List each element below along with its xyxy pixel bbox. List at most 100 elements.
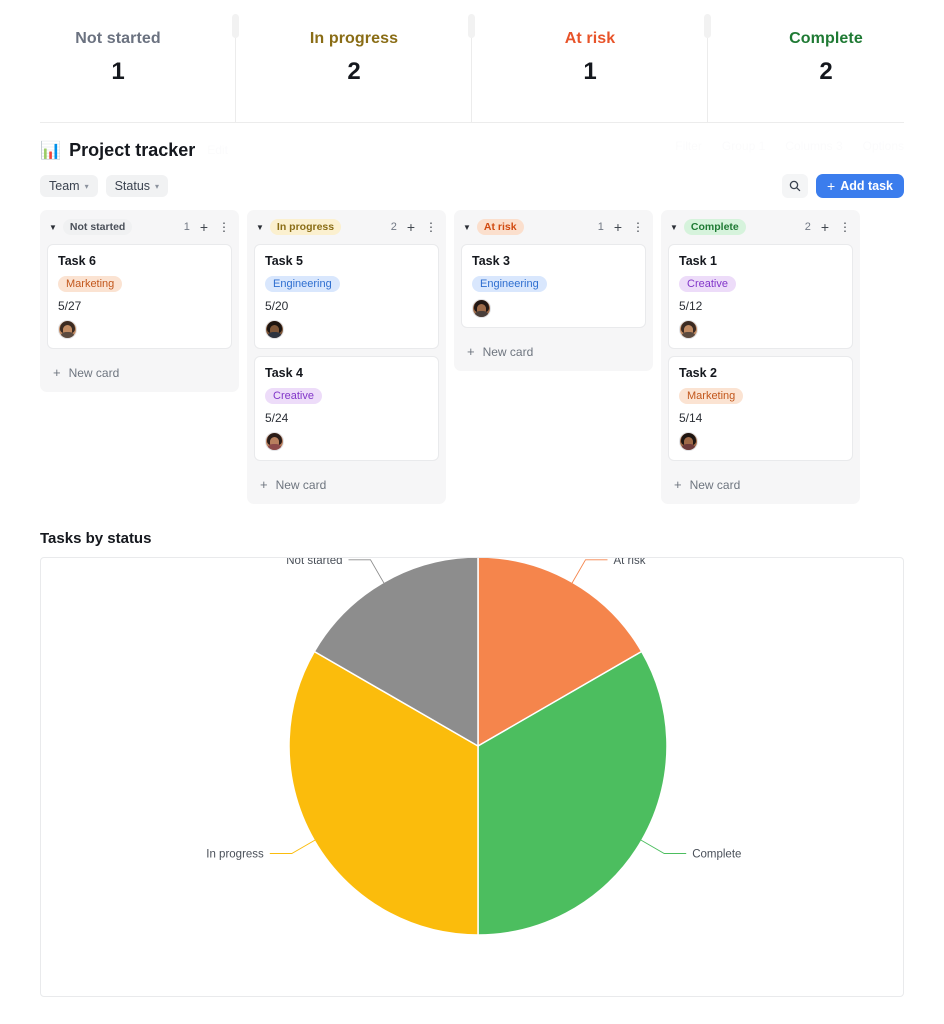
chevron-down-icon: ▾	[84, 181, 89, 191]
plus-icon: +	[53, 365, 61, 380]
options-link[interactable]: Options	[863, 139, 904, 153]
metric-label: Complete	[789, 30, 863, 47]
pie-leader-line	[570, 559, 608, 587]
metric-value: 1	[111, 58, 125, 85]
column-count: 2	[390, 221, 397, 233]
new-card-button[interactable]: + New card	[47, 356, 232, 392]
task-card[interactable]: Task 5 Engineering 5/20	[254, 244, 439, 349]
metric-not-started: Not started 1	[0, 14, 239, 122]
metric-label: Not started	[75, 30, 161, 47]
add-task-button[interactable]: + Add task	[816, 174, 904, 198]
filter-link[interactable]: Filter	[675, 139, 702, 153]
collapse-caret-icon[interactable]: ▼	[49, 223, 57, 232]
kanban-column-at-risk: ▼ At risk 1 + ⋮ Task 3 Engineering + New…	[454, 210, 653, 371]
team-filter-dropdown[interactable]: Team ▾	[40, 175, 98, 197]
page-title: Project tracker	[69, 139, 196, 160]
pie-label-not-started: Not started	[286, 558, 342, 567]
pie-leader-line	[269, 838, 319, 854]
metric-label: At risk	[564, 30, 616, 47]
chart-title: Tasks by status	[40, 530, 152, 547]
pie-label-complete: Complete	[692, 849, 741, 861]
card-tag: Creative	[679, 276, 736, 292]
avatar	[265, 320, 284, 339]
collapse-caret-icon[interactable]: ▼	[256, 223, 264, 232]
pie-chart-svg[interactable]: At risk Complete In progress Not started	[41, 555, 903, 996]
board-header: 📊 Project tracker Edit Filter Group 1 Co…	[40, 122, 904, 198]
card-date: 5/14	[679, 411, 703, 425]
avatar	[472, 299, 491, 318]
card-title: Task 1	[679, 254, 717, 268]
avatar	[58, 320, 77, 339]
card-title: Task 5	[265, 254, 303, 268]
metric-at-risk: At risk 1	[472, 14, 711, 122]
column-count: 1	[183, 221, 190, 233]
search-icon	[789, 180, 801, 192]
status-summary-bar: Not started 1 In progress 2 At risk 1 Co…	[0, 0, 944, 122]
status-badge: Complete	[683, 219, 746, 235]
column-menu-icon[interactable]: ⋮	[632, 221, 644, 233]
column-menu-icon[interactable]: ⋮	[218, 221, 230, 233]
card-tag: Engineering	[265, 276, 340, 292]
metric-complete: Complete 2	[708, 30, 944, 86]
status-badge: At risk	[476, 219, 524, 235]
new-card-button[interactable]: + New card	[254, 468, 439, 504]
new-card-label: New card	[275, 477, 327, 492]
new-card-button[interactable]: + New card	[668, 468, 853, 504]
metric-value: 2	[347, 58, 361, 85]
search-button[interactable]	[782, 174, 809, 198]
pie-label-in-progress: In progress	[206, 849, 264, 861]
avatar	[265, 432, 284, 451]
new-card-label: New card	[689, 477, 741, 492]
plus-icon: +	[827, 178, 836, 194]
column-menu-icon[interactable]: ⋮	[425, 221, 437, 233]
plus-icon: +	[260, 477, 268, 492]
card-tag: Engineering	[472, 276, 547, 292]
bar-chart-icon: 📊	[40, 140, 62, 160]
add-card-icon[interactable]: +	[614, 220, 622, 234]
avatar	[679, 432, 698, 451]
card-date: 5/27	[58, 299, 82, 313]
card-title: Task 3	[472, 254, 510, 268]
status-filter-label: Status	[114, 179, 151, 193]
metric-value: 1	[583, 58, 597, 85]
group-link[interactable]: Group 1	[722, 139, 765, 153]
card-date: 5/20	[265, 299, 289, 313]
columns-link[interactable]: Columns 3	[785, 139, 842, 153]
kanban-column-complete: ▼ Complete 2 + ⋮ Task 1 Creative 5/12 Ta…	[661, 210, 860, 504]
add-card-icon[interactable]: +	[407, 220, 415, 234]
new-card-label: New card	[482, 344, 534, 359]
add-card-icon[interactable]: +	[200, 220, 208, 234]
column-menu-icon[interactable]: ⋮	[839, 221, 851, 233]
column-header: ▼ In progress 2 + ⋮	[254, 217, 439, 237]
card-tag: Creative	[265, 388, 322, 404]
plus-icon: +	[467, 344, 475, 359]
task-card[interactable]: Task 1 Creative 5/12	[668, 244, 853, 349]
pie-leader-line	[348, 559, 386, 587]
new-card-button[interactable]: + New card	[461, 335, 646, 371]
status-badge: Not started	[62, 219, 133, 235]
task-card[interactable]: Task 4 Creative 5/24	[254, 356, 439, 461]
kanban-column-in-progress: ▼ In progress 2 + ⋮ Task 5 Engineering 5…	[247, 210, 446, 504]
pie-label-at-risk: At risk	[614, 558, 646, 567]
tasks-by-status-chart: At risk Complete In progress Not started	[40, 555, 904, 997]
task-card[interactable]: Task 3 Engineering	[461, 244, 646, 328]
metric-label: In progress	[309, 30, 399, 47]
column-header: ▼ Not started 1 + ⋮	[47, 217, 232, 237]
card-tag: Marketing	[58, 276, 123, 292]
add-card-icon[interactable]: +	[821, 220, 829, 234]
metric-in-progress: In progress 2	[236, 14, 475, 122]
collapse-caret-icon[interactable]: ▼	[463, 223, 471, 232]
column-header: ▼ At risk 1 + ⋮	[461, 217, 646, 237]
plus-icon: +	[674, 477, 682, 492]
collapse-caret-icon[interactable]: ▼	[670, 223, 678, 232]
task-card[interactable]: Task 6 Marketing 5/27	[47, 244, 232, 349]
card-title: Task 2	[679, 366, 717, 380]
card-tag: Marketing	[679, 388, 744, 404]
team-filter-label: Team	[49, 179, 80, 193]
status-filter-dropdown[interactable]: Status ▾	[105, 175, 169, 197]
kanban-board: ▼ Not started 1 + ⋮ Task 6 Marketing 5/2…	[40, 210, 904, 504]
task-card[interactable]: Task 2 Marketing 5/14	[668, 356, 853, 461]
edit-title-link[interactable]: Edit	[207, 143, 228, 157]
status-badge: In progress	[269, 219, 342, 235]
column-count: 1	[597, 221, 604, 233]
